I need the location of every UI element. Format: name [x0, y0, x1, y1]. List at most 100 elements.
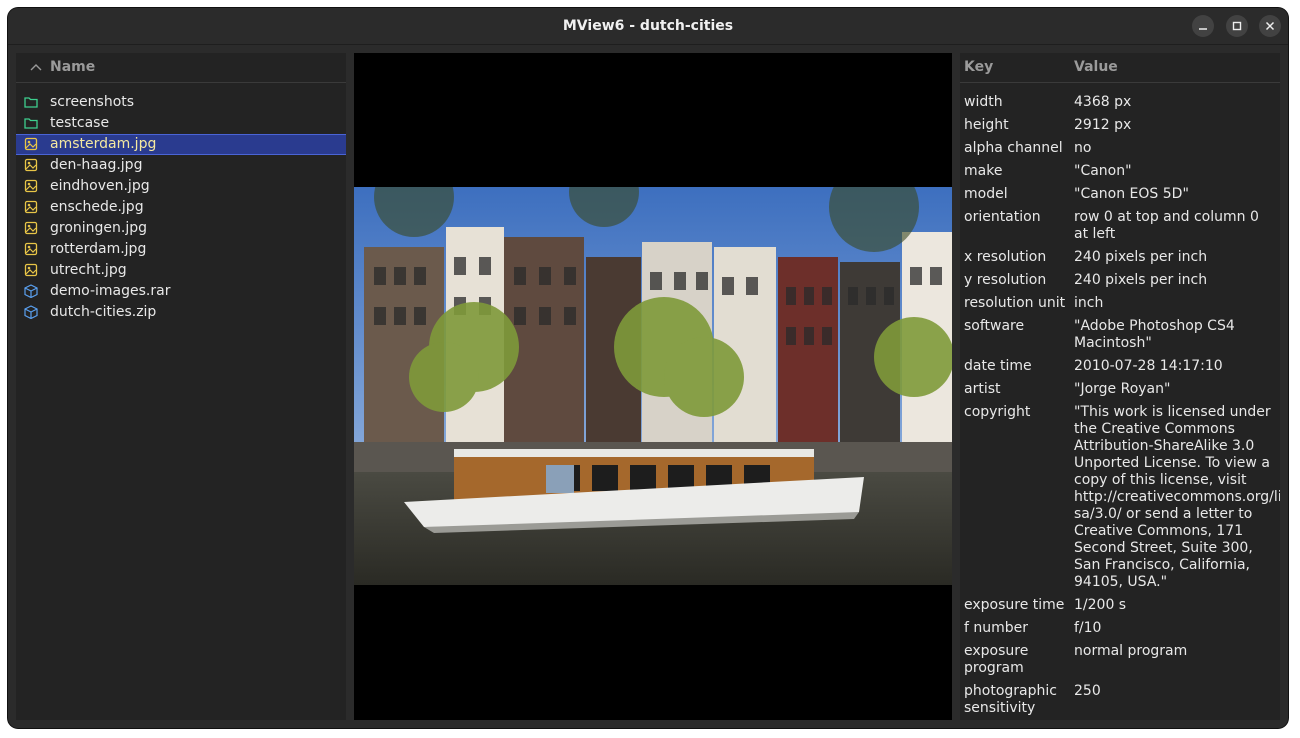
- file-item-label: amsterdam.jpg: [50, 136, 157, 152]
- sort-ascending-icon[interactable]: [30, 62, 42, 72]
- metadata-value: "Canon EOS 5D": [1074, 186, 1189, 202]
- image-viewer[interactable]: [354, 53, 952, 720]
- metadata-row[interactable]: alpha channel no: [960, 140, 1280, 157]
- metadata-row[interactable]: software "Adobe Photoshop CS4 Macintosh": [960, 318, 1280, 352]
- title-bar[interactable]: MView6 - dutch-cities: [8, 8, 1288, 45]
- metadata-key: y resolution: [964, 272, 1047, 288]
- metadata-row[interactable]: make "Canon": [960, 163, 1280, 180]
- file-item[interactable]: amsterdam.jpg: [16, 134, 346, 155]
- metadata-row[interactable]: copyright "This work is licensed under th…: [960, 404, 1280, 591]
- metadata-key: resolution unit: [964, 295, 1066, 311]
- image-file-icon: [24, 263, 38, 277]
- photo-amsterdam-canal: [354, 187, 952, 585]
- metadata-key: software: [964, 318, 1025, 334]
- file-item[interactable]: enschede.jpg: [16, 197, 346, 218]
- metadata-key: width: [964, 94, 1003, 110]
- image-file-icon: [24, 137, 38, 151]
- metadata-key: make: [964, 163, 1003, 179]
- metadata-key: exposure program: [964, 643, 1029, 676]
- metadata-row[interactable]: date time 2010-07-28 14:17:10: [960, 358, 1280, 375]
- file-item[interactable]: utrecht.jpg: [16, 260, 346, 281]
- key-column-header[interactable]: Key: [964, 59, 993, 75]
- file-item-label: eindhoven.jpg: [50, 178, 150, 194]
- metadata-value: no: [1074, 140, 1092, 156]
- metadata-key: photographic sensitivity: [964, 683, 1057, 716]
- file-item-label: dutch-cities.zip: [50, 304, 157, 320]
- metadata-key: f number: [964, 620, 1029, 636]
- window-title: MView6 - dutch-cities: [562, 18, 734, 34]
- metadata-value: 2912 px: [1074, 117, 1132, 133]
- file-item-label: rotterdam.jpg: [50, 241, 147, 257]
- metadata-row[interactable]: orientation row 0 at top and column 0 at …: [960, 209, 1280, 243]
- metadata-key: orientation: [964, 209, 1041, 225]
- metadata-key: artist: [964, 381, 1001, 397]
- file-item-label: utrecht.jpg: [50, 262, 127, 278]
- metadata-value: 240 pixels per inch: [1074, 272, 1208, 288]
- image-file-icon: [24, 221, 38, 235]
- metadata-key: exposure time: [964, 597, 1065, 613]
- folder-icon: [24, 116, 38, 130]
- image-file-icon: [24, 242, 38, 256]
- metadata-value: f/10: [1074, 620, 1102, 636]
- maximize-button[interactable]: [1226, 15, 1248, 37]
- archive-icon: [24, 305, 38, 320]
- file-list-header[interactable]: Name: [16, 53, 346, 83]
- close-button[interactable]: [1259, 15, 1281, 37]
- file-item[interactable]: eindhoven.jpg: [16, 176, 346, 197]
- metadata-key: date time: [964, 358, 1032, 374]
- metadata-row[interactable]: y resolution 240 pixels per inch: [960, 272, 1280, 289]
- file-item[interactable]: rotterdam.jpg: [16, 239, 346, 260]
- file-browser[interactable]: Name screenshots testcase amsterdam.jpg den…: [16, 53, 346, 720]
- image-file-icon: [24, 200, 38, 214]
- metadata-row[interactable]: photographic sensitivity 250: [960, 683, 1280, 717]
- file-item[interactable]: den-haag.jpg: [16, 155, 346, 176]
- metadata-row[interactable]: f number f/10: [960, 620, 1280, 637]
- metadata-value: "This work is licensed under the Creativ…: [1074, 404, 1280, 590]
- minimize-icon: [1199, 28, 1207, 30]
- metadata-value: inch: [1074, 295, 1104, 311]
- metadata-row[interactable]: resolution unit inch: [960, 295, 1280, 312]
- minimize-button[interactable]: [1192, 15, 1214, 37]
- file-item-label: groningen.jpg: [50, 220, 148, 236]
- folder-icon: [24, 95, 38, 109]
- file-item-label: enschede.jpg: [50, 199, 144, 215]
- metadata-panel[interactable]: Key Value width 4368 px height 2912 px alpha…: [960, 53, 1280, 720]
- metadata-value: "Adobe Photoshop CS4 Macintosh": [1074, 318, 1235, 351]
- metadata-key: x resolution: [964, 249, 1047, 265]
- file-item[interactable]: groningen.jpg: [16, 218, 346, 239]
- metadata-value: normal program: [1074, 643, 1188, 659]
- metadata-key: copyright: [964, 404, 1031, 420]
- file-item[interactable]: dutch-cities.zip: [16, 302, 346, 323]
- archive-icon: [24, 284, 38, 299]
- value-column-header[interactable]: Value: [1074, 59, 1118, 75]
- metadata-row[interactable]: x resolution 240 pixels per inch: [960, 249, 1280, 266]
- metadata-row[interactable]: width 4368 px: [960, 94, 1280, 111]
- metadata-value: "Canon": [1074, 163, 1132, 179]
- metadata-key: model: [964, 186, 1008, 202]
- metadata-row[interactable]: exposure program normal program: [960, 643, 1280, 677]
- name-column-header[interactable]: Name: [50, 59, 95, 75]
- image-file-icon: [24, 158, 38, 172]
- maximize-icon: [1232, 21, 1242, 31]
- file-item-label: testcase: [50, 115, 110, 131]
- metadata-row[interactable]: model "Canon EOS 5D": [960, 186, 1280, 203]
- file-item[interactable]: screenshots: [16, 92, 346, 113]
- file-item[interactable]: testcase: [16, 113, 346, 134]
- close-icon: [1265, 21, 1275, 31]
- file-item[interactable]: demo-images.rar: [16, 281, 346, 302]
- metadata-value: 240 pixels per inch: [1074, 249, 1208, 265]
- metadata-row[interactable]: height 2912 px: [960, 117, 1280, 134]
- metadata-header[interactable]: Key Value: [960, 53, 1280, 83]
- metadata-row[interactable]: exposure time 1/200 s: [960, 597, 1280, 614]
- metadata-value: 2010-07-28 14:17:10: [1074, 358, 1223, 374]
- metadata-key: height: [964, 117, 1009, 133]
- metadata-value: 250: [1074, 683, 1101, 699]
- metadata-value: row 0 at top and column 0 at left: [1074, 209, 1259, 242]
- metadata-value: 1/200 s: [1074, 597, 1127, 613]
- metadata-key: alpha channel: [964, 140, 1063, 156]
- file-item-label: demo-images.rar: [50, 283, 171, 299]
- metadata-row[interactable]: artist "Jorge Royan": [960, 381, 1280, 398]
- app-window: MView6 - dutch-cities Name screenshots te…: [8, 8, 1288, 728]
- image-file-icon: [24, 179, 38, 193]
- file-item-label: screenshots: [50, 94, 135, 110]
